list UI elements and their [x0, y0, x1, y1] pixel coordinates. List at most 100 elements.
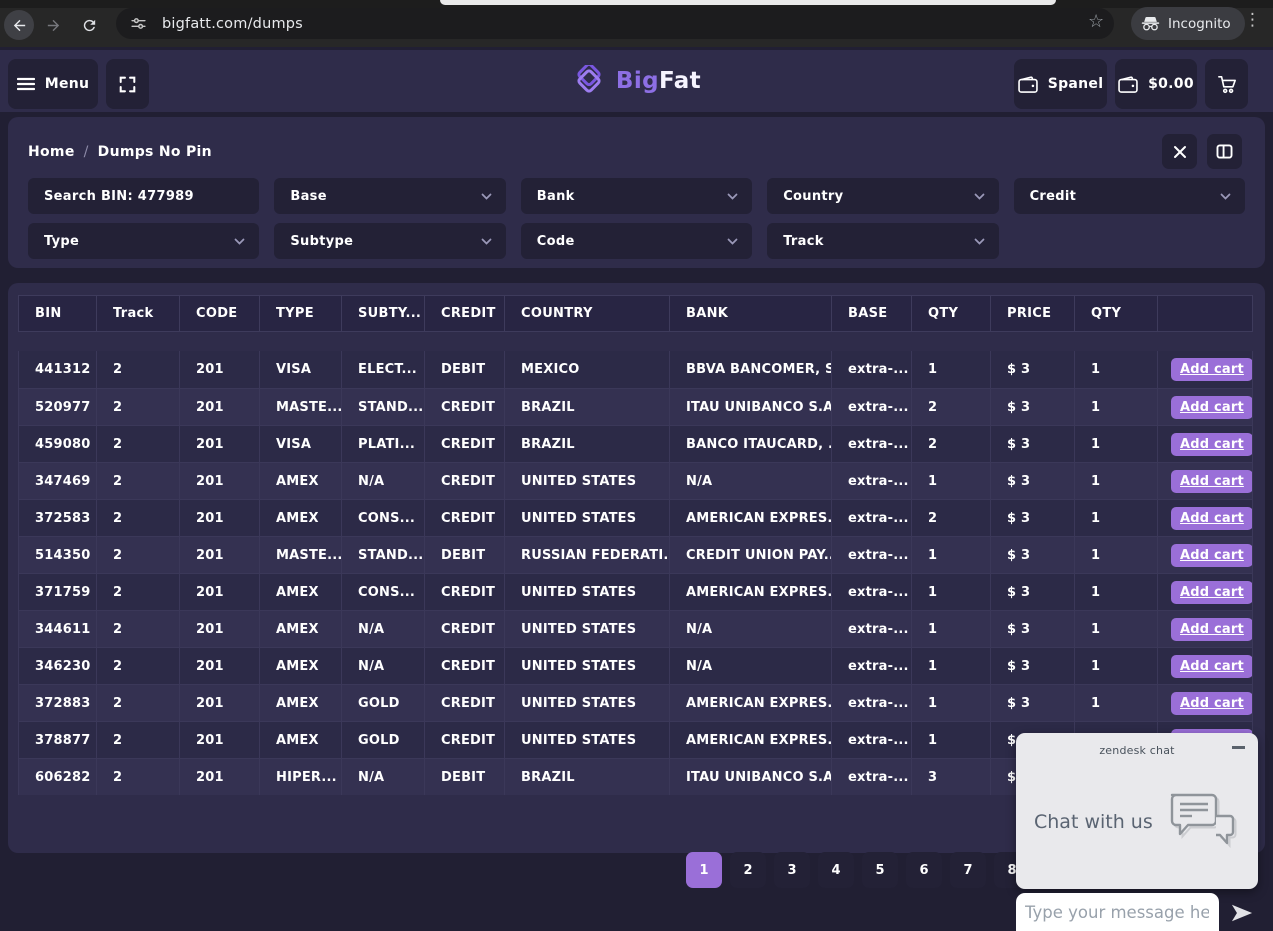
cell-code: 201 — [180, 389, 260, 425]
browser-forward-button[interactable] — [38, 10, 68, 40]
cell-price: $ 3 — [991, 500, 1075, 536]
pagination-page-button[interactable]: 5 — [862, 852, 898, 888]
cell-type: VISA — [260, 351, 342, 388]
forward-arrow-icon — [45, 17, 62, 34]
cell-credit: CREDIT — [425, 500, 505, 536]
add-cart-button[interactable]: Add cart — [1171, 507, 1253, 530]
cell-qty-input: 1 — [1075, 611, 1158, 647]
browser-menu-icon[interactable]: ⋮ — [1244, 10, 1261, 30]
cell-country: BRAZIL — [505, 426, 670, 462]
add-cart-button[interactable]: Add cart — [1171, 433, 1253, 456]
cell-type: MASTE... — [260, 537, 342, 573]
balance-button[interactable]: $0.00 — [1115, 59, 1197, 109]
filter-bank-dropdown[interactable]: Bank — [521, 178, 752, 214]
cell-qty: 2 — [912, 500, 991, 536]
cell-price: $ 3 — [991, 389, 1075, 425]
breadcrumb: Home / Dumps No Pin — [28, 144, 212, 160]
filter-base-dropdown[interactable]: Base — [274, 178, 505, 214]
column-header: PRICE — [991, 296, 1075, 331]
cell-track: 2 — [97, 463, 180, 499]
filter-subtype-dropdown[interactable]: Subtype — [274, 223, 505, 259]
cell-bank: AMERICAN EXPRES... — [670, 500, 832, 536]
filter-grid: Base Bank Country Credit Type Subtype — [28, 178, 1245, 259]
browser-toolbar: bigfatt.com/dumps ☆ Incognito ⋮ — [0, 0, 1273, 47]
cell-base: extra-... — [832, 722, 912, 758]
cart-icon — [1217, 75, 1237, 94]
filter-label: Bank — [537, 189, 575, 204]
cell-qty-input: 1 — [1075, 351, 1158, 388]
cell-bin: 514350 — [18, 537, 97, 573]
cell-qty: 3 — [912, 759, 991, 795]
zendesk-chat-brand: zendesk chat — [1016, 744, 1258, 757]
cell-base: extra-... — [832, 685, 912, 721]
column-header: COUNTRY — [505, 296, 670, 331]
filter-type-dropdown[interactable]: Type — [28, 223, 259, 259]
columns-toggle-button[interactable] — [1207, 134, 1242, 169]
cell-country: MEXICO — [505, 351, 670, 388]
cell-subtype: PLATI... — [342, 426, 425, 462]
add-cart-button[interactable]: Add cart — [1171, 470, 1253, 493]
cell-bin: 520977 — [18, 389, 97, 425]
browser-reload-button[interactable] — [74, 10, 104, 40]
filter-country-dropdown[interactable]: Country — [767, 178, 998, 214]
add-cart-button[interactable]: Add cart — [1171, 396, 1253, 419]
cell-country: UNITED STATES — [505, 685, 670, 721]
hamburger-icon — [17, 77, 35, 91]
pagination-page-button[interactable]: 6 — [906, 852, 942, 888]
search-bin-input[interactable] — [28, 178, 259, 214]
add-cart-button[interactable]: Add cart — [1171, 692, 1253, 715]
filter-credit-dropdown[interactable]: Credit — [1014, 178, 1245, 214]
site-settings-icon[interactable] — [128, 14, 148, 34]
cell-action: Add cart — [1158, 685, 1253, 721]
chat-message-input[interactable] — [1016, 903, 1219, 922]
search-bin-field[interactable] — [44, 189, 245, 204]
add-cart-button[interactable]: Add cart — [1171, 581, 1253, 604]
cell-credit: CREDIT — [425, 463, 505, 499]
filter-label: Subtype — [290, 234, 353, 249]
chevron-down-icon — [234, 238, 245, 245]
cart-button[interactable] — [1205, 59, 1248, 109]
cell-bank: AMERICAN EXPRES... — [670, 685, 832, 721]
spanel-button[interactable]: Spanel — [1014, 59, 1107, 109]
cell-country: UNITED STATES — [505, 463, 670, 499]
menu-button[interactable]: Menu — [8, 59, 98, 109]
cell-base: extra-... — [832, 648, 912, 684]
reload-icon — [81, 17, 98, 34]
bookmark-star-icon[interactable]: ☆ — [1088, 11, 1104, 32]
filter-track-dropdown[interactable]: Track — [767, 223, 998, 259]
filter-label: Country — [783, 189, 843, 204]
pagination-page-button[interactable]: 1 — [686, 852, 722, 888]
add-cart-button[interactable]: Add cart — [1171, 655, 1253, 678]
add-cart-button[interactable]: Add cart — [1171, 618, 1253, 641]
pagination-page-button[interactable]: 2 — [730, 852, 766, 888]
fullscreen-button[interactable] — [106, 59, 149, 109]
cell-qty: 1 — [912, 463, 991, 499]
cell-country: UNITED STATES — [505, 722, 670, 758]
pagination-page-button[interactable]: 3 — [774, 852, 810, 888]
chat-send-button[interactable] — [1227, 899, 1257, 927]
incognito-label: Incognito — [1168, 16, 1231, 32]
browser-back-button[interactable] — [4, 10, 34, 40]
pagination-page-button[interactable]: 4 — [818, 852, 854, 888]
breadcrumb-home-link[interactable]: Home — [28, 144, 75, 160]
chat-minimize-button[interactable] — [1232, 746, 1245, 749]
cell-track: 2 — [97, 537, 180, 573]
filter-code-dropdown[interactable]: Code — [521, 223, 752, 259]
cell-qty-input: 1 — [1075, 500, 1158, 536]
add-cart-button[interactable]: Add cart — [1171, 544, 1253, 567]
cell-action: Add cart — [1158, 500, 1253, 536]
close-filters-button[interactable] — [1162, 134, 1197, 169]
chat-greeting: Chat with us — [1034, 811, 1153, 833]
cell-code: 201 — [180, 611, 260, 647]
table-row: 346230 2 201 AMEX N/A CREDIT UNITED STAT… — [18, 647, 1253, 684]
cell-credit: CREDIT — [425, 611, 505, 647]
chevron-down-icon — [727, 193, 738, 200]
address-bar[interactable]: bigfatt.com/dumps — [116, 8, 1114, 39]
column-header: SUBTY... — [342, 296, 425, 331]
pagination-page-button[interactable]: 7 — [950, 852, 986, 888]
incognito-icon — [1141, 16, 1160, 31]
cell-base: extra-... — [832, 500, 912, 536]
cell-bank: BANCO ITAUCARD, ... — [670, 426, 832, 462]
add-cart-button[interactable]: Add cart — [1171, 358, 1253, 381]
column-header: QTY — [1075, 296, 1158, 331]
